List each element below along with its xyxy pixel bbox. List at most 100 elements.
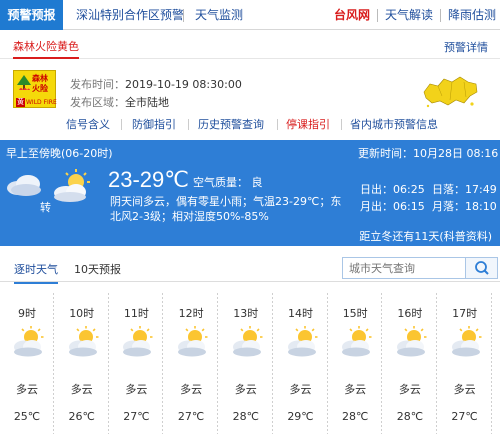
tree-icon bbox=[17, 75, 31, 90]
hour-weather: 多云 bbox=[16, 383, 38, 396]
warning-links: 信号含义 防御指引 历史预警查询 停课指引 省内城市预警信息 bbox=[0, 113, 500, 135]
partly-cloudy-icon bbox=[11, 325, 45, 359]
warning-title[interactable]: 森林火险黄色 bbox=[13, 38, 79, 59]
hour-weather: 多云 bbox=[398, 383, 421, 396]
tab-typhoon[interactable]: 台风网 bbox=[334, 0, 370, 30]
hour-temperature: 27℃ bbox=[177, 410, 205, 423]
publish-time: 2019-10-19 08:30:00 bbox=[125, 78, 242, 91]
hour-weather: 多云 bbox=[344, 383, 367, 396]
moonrise: 月出：06:15 bbox=[360, 198, 425, 214]
city-search-input[interactable] bbox=[343, 258, 465, 278]
hour-temperature: 26℃ bbox=[68, 410, 95, 423]
hour-time: 14时 bbox=[288, 307, 313, 320]
partly-cloudy-icon bbox=[230, 325, 264, 359]
hourly-item: 12时 多云 27℃ bbox=[164, 293, 219, 434]
hour-weather: 多云 bbox=[180, 383, 203, 396]
hour-time: 13时 bbox=[233, 307, 259, 320]
hour-time: 17时 bbox=[452, 307, 478, 320]
hour-time: 9时 bbox=[18, 307, 36, 320]
partly-cloudy-icon bbox=[120, 325, 154, 359]
tab-warning-forecast[interactable]: 预警预报 bbox=[0, 0, 63, 30]
nav-divider bbox=[440, 9, 441, 22]
moonset-label: 月落： bbox=[432, 200, 465, 213]
sunset: 日落：17:49 bbox=[432, 181, 497, 197]
hourly-item: 14时多云 29℃ bbox=[274, 293, 328, 434]
tab-ten-day-forecast[interactable]: 10天预报 bbox=[74, 261, 121, 277]
moonset: 月落：18:10 bbox=[432, 198, 497, 214]
forecast-panel: 早上至傍晚(06-20时) 更新时间：10月28日 08:16 转 23-29℃… bbox=[0, 140, 500, 246]
link-divider bbox=[121, 119, 122, 130]
nav-divider bbox=[377, 9, 378, 22]
hour-weather: 多云 bbox=[453, 383, 476, 396]
update-time-line: 更新时间：10月28日 08:16 bbox=[358, 145, 498, 161]
link-divider bbox=[277, 119, 278, 130]
publish-area-line: 发布区域：全市陆地 bbox=[70, 94, 169, 110]
update-time: 10月28日 08:16 bbox=[413, 147, 499, 160]
cloudy-icon bbox=[7, 175, 41, 196]
partly-cloudy-icon bbox=[175, 325, 209, 359]
moonset-time: 18:10 bbox=[465, 200, 497, 213]
publish-area: 全市陆地 bbox=[125, 96, 169, 109]
hour-weather: 多云 bbox=[289, 383, 312, 396]
sunset-label: 日落： bbox=[432, 183, 465, 196]
tab-hourly-weather[interactable]: 逐时天气 bbox=[14, 261, 58, 284]
hourly-item: 9时多云 25℃ bbox=[0, 293, 54, 434]
hour-temperature: 29℃ bbox=[287, 410, 314, 423]
hour-weather: 多云 bbox=[125, 383, 148, 396]
hourly-item: 17时多云 27℃ bbox=[438, 293, 492, 434]
forecast-temperature: 23-29℃ bbox=[108, 167, 189, 192]
hour-temperature: 28℃ bbox=[232, 410, 259, 423]
link-defense-guide[interactable]: 防御指引 bbox=[132, 116, 176, 132]
partly-cloudy-icon bbox=[54, 169, 90, 202]
sunrise: 日出：06:25 bbox=[360, 181, 425, 197]
hourly-item: 13时 多云 28℃ bbox=[219, 293, 273, 434]
tab-rain-estimate[interactable]: 降雨估测 bbox=[448, 0, 496, 30]
nav-divider bbox=[183, 9, 184, 22]
partly-cloudy-icon bbox=[449, 325, 483, 359]
hourly-item: 10时 多云 26℃ bbox=[55, 293, 109, 434]
column-divider bbox=[490, 293, 492, 434]
hourly-forecast: 9时 多云 25℃ 10时 多云 26℃ 11时 多云 27℃ 12时 多云 27℃ 13时 多云 28℃ 1… bbox=[0, 293, 500, 434]
warning-icon-label: 森林火险 bbox=[32, 74, 48, 93]
hour-time: 16时 bbox=[397, 307, 423, 320]
partly-cloudy-icon bbox=[339, 325, 373, 359]
hourly-item: 16时 多云 28℃ bbox=[383, 293, 437, 434]
hour-time: 11时 bbox=[123, 307, 149, 320]
tab-weather-monitor[interactable]: 天气监测 bbox=[195, 0, 243, 30]
publish-area-label: 发布区域： bbox=[70, 96, 125, 109]
sunrise-label: 日出： bbox=[360, 183, 393, 196]
hourly-item: 11时多云 27℃ bbox=[109, 293, 164, 434]
hour-temperature: 28℃ bbox=[342, 410, 369, 423]
city-search bbox=[342, 257, 498, 279]
forecast-period: 早上至傍晚(06-20时) bbox=[6, 147, 113, 160]
forecast-description: 阴天间多云，偶有零星小雨；气温23-29℃；东北风2-3级；相对湿度50%-85… bbox=[110, 195, 342, 223]
air-quality: 空气质量： 良 bbox=[193, 176, 263, 189]
forest-fire-warning-icon: 森林火险 黄 WILD FIRE bbox=[13, 70, 57, 108]
link-province-warnings[interactable]: 省内城市预警信息 bbox=[350, 116, 438, 132]
hour-temperature: 27℃ bbox=[123, 410, 150, 423]
publish-time-label: 发布时间： bbox=[70, 78, 125, 91]
warning-area-map-icon[interactable] bbox=[420, 70, 480, 110]
hour-temperature: 27℃ bbox=[451, 410, 478, 423]
partly-cloudy-icon bbox=[66, 325, 100, 359]
warning-detail-link[interactable]: 预警详情 bbox=[444, 39, 488, 55]
search-button[interactable] bbox=[465, 258, 497, 278]
publish-time-line: 发布时间：2019-10-19 08:30:00 bbox=[70, 76, 242, 92]
hourly-item: 15时 多云 28℃ bbox=[328, 293, 383, 434]
tab-weather-interpret[interactable]: 天气解读 bbox=[385, 0, 433, 30]
moonrise-label: 月出： bbox=[360, 200, 393, 213]
sunset-time: 17:49 bbox=[465, 183, 497, 196]
partly-cloudy-icon bbox=[285, 325, 319, 359]
search-icon bbox=[475, 261, 489, 275]
link-signal-meaning[interactable]: 信号含义 bbox=[66, 116, 110, 132]
sunrise-time: 06:25 bbox=[393, 183, 425, 196]
tab-shenshan-warning[interactable]: 深汕特别合作区预警 bbox=[76, 0, 184, 30]
hour-temperature: 25℃ bbox=[13, 410, 41, 423]
solar-term-countdown[interactable]: 距立冬还有11天(科普资料) bbox=[359, 228, 492, 244]
link-divider bbox=[188, 119, 189, 130]
warning-icon-english: WILD FIRE bbox=[26, 99, 57, 106]
link-class-suspension-guide[interactable]: 停课指引 bbox=[286, 116, 330, 132]
warning-header: 森林火险黄色 预警详情 bbox=[0, 30, 500, 59]
link-history-query[interactable]: 历史预警查询 bbox=[198, 116, 264, 132]
moonrise-time: 06:15 bbox=[393, 200, 425, 213]
